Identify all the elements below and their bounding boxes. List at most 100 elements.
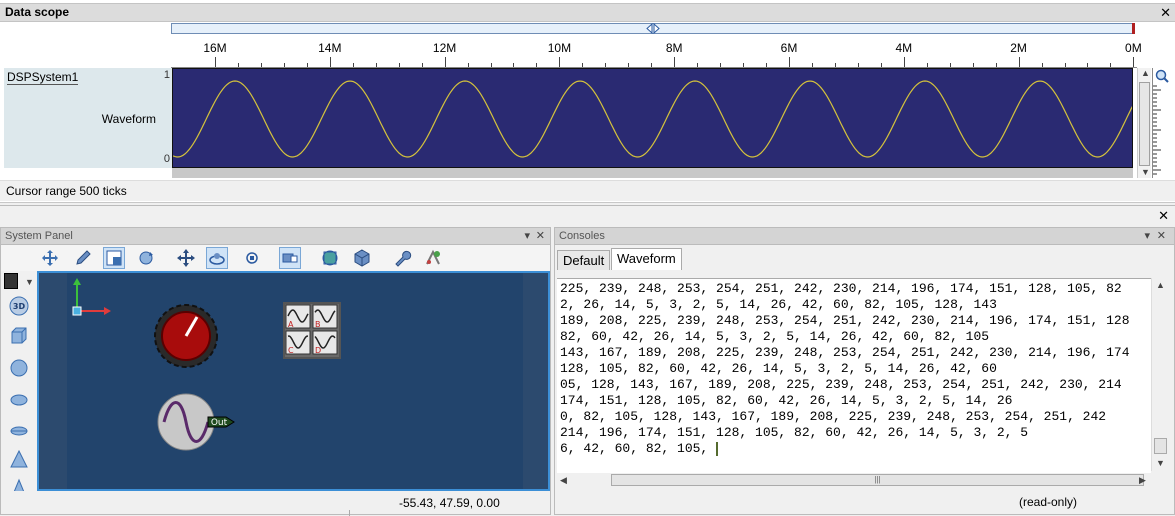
rotate-icon[interactable] [135, 247, 157, 269]
svg-text:3D: 3D [13, 302, 26, 311]
ruler-tick-label: 6M [780, 41, 798, 55]
console-scroll-thumb[interactable] [1154, 438, 1167, 454]
color-dropdown-icon[interactable]: ▼ [25, 277, 34, 287]
wrench-icon[interactable] [391, 247, 413, 269]
scroll-thumb[interactable] [1139, 82, 1150, 166]
ruler-minor-tick [536, 63, 538, 67]
console-scroll-left-icon[interactable]: ◀ [560, 475, 567, 486]
panel-close-icon[interactable]: ✕ [536, 228, 545, 244]
component-icon[interactable] [422, 247, 444, 269]
box-icon[interactable] [8, 325, 30, 347]
reset-view-icon[interactable] [241, 247, 263, 269]
frame-icon[interactable] [279, 247, 301, 269]
cursor-range-status: Cursor range 500 ticks [0, 180, 1175, 201]
ruler-tick [559, 57, 561, 67]
overview-thumb-icon[interactable] [646, 23, 660, 34]
console-vertical-scrollbar[interactable]: ▲ ▼ [1151, 278, 1168, 471]
color-swatch-icon[interactable] [4, 273, 18, 289]
console-line: 143, 167, 189, 208, 225, 239, 248, 253, … [560, 345, 1130, 360]
consoles-titlebar: Consoles ▾ ✕ [555, 228, 1174, 245]
cube-view-icon[interactable] [351, 247, 373, 269]
waveform-trace [173, 80, 1132, 158]
ruler-tick-label: 12M [432, 41, 457, 55]
pencil-icon[interactable] [72, 247, 94, 269]
scope-cell-label: B [315, 320, 321, 329]
3d-icon[interactable]: 3D [8, 295, 30, 317]
move-icon[interactable] [39, 247, 61, 269]
scroll-up-icon[interactable]: ▲ [1141, 68, 1150, 78]
ruler-minor-tick [467, 63, 469, 67]
disc-icon[interactable] [8, 419, 30, 441]
scope-component[interactable]: A B C D [283, 302, 341, 359]
console-line: 0, 82, 105, 128, 143, 167, 189, 208, 225… [560, 409, 1107, 424]
axis-gizmo-icon [72, 278, 111, 316]
tab-default[interactable]: Default [557, 250, 611, 270]
console-horizontal-scrollbar[interactable]: ◀ ||| ▶ [557, 473, 1151, 488]
data-scope-close-icon[interactable]: ✕ [1160, 4, 1171, 21]
overview-end-marker [1132, 23, 1135, 34]
select-icon[interactable] [103, 247, 125, 269]
timeline-overview-slider[interactable] [171, 23, 1135, 34]
ruler-minor-tick [605, 63, 607, 67]
scroll-down-icon[interactable]: ▼ [1141, 167, 1150, 177]
ruler-tick [789, 57, 790, 67]
tab-waveform[interactable]: Waveform [611, 248, 682, 270]
sphere-icon[interactable] [8, 357, 30, 379]
console-scroll-up-icon[interactable]: ▲ [1156, 280, 1165, 290]
ruler-minor-tick [1064, 63, 1066, 67]
panel-pin-icon[interactable]: ▾ [524, 228, 530, 244]
ruler-tick [1133, 57, 1135, 67]
console-line: 174, 151, 128, 105, 82, 60, 42, 26, 14, … [560, 393, 1013, 408]
plot-horizontal-scroll[interactable] [172, 168, 1133, 178]
ruler-tick [329, 57, 331, 67]
ruler-tick [674, 57, 676, 67]
bottom-dock-close-icon[interactable]: ✕ [1158, 206, 1169, 226]
consoles-close-icon[interactable]: ✕ [1157, 228, 1166, 244]
ruler-minor-tick [306, 63, 308, 67]
ruler-minor-tick [628, 63, 630, 67]
shape-palette: ▼ 3D [1, 271, 37, 491]
ruler-minor-tick [743, 63, 745, 67]
ellipsoid-icon[interactable] [8, 388, 30, 410]
ruler-tick [444, 57, 446, 67]
generator-icon[interactable]: Out [156, 391, 238, 453]
console-hscroll-thumb[interactable]: ||| [611, 474, 1144, 486]
console-tabs: Default Waveform [555, 246, 1174, 270]
ruler-tick-label: 2M [1010, 41, 1027, 55]
console-line: 82, 60, 42, 26, 14, 5, 3, 2, 5, 14, 26, … [560, 329, 990, 344]
ruler-minor-tick [237, 63, 239, 67]
pan-icon[interactable] [175, 247, 197, 269]
time-ruler[interactable]: 16M 14M 12M 10M 8M 6M 4M 2M 0M [171, 36, 1142, 68]
scope-cell-label: C [288, 346, 294, 355]
plot-vertical-scrollbar[interactable]: ▲ ▼ [1137, 68, 1151, 178]
data-scope-panel: Data scope ✕ 16M 14M 12M 10M 8M 6M 4M 2M 0M DSPS… [0, 0, 1175, 203]
track-name[interactable]: DSPSystem1 [7, 70, 79, 85]
ruler-minor-tick [421, 63, 423, 67]
console-output[interactable]: 225, 239, 248, 253, 254, 251, 242, 230, … [557, 278, 1151, 474]
track-header[interactable]: DSPSystem1 Waveform 1 0 [4, 68, 172, 168]
ruler-minor-tick [995, 63, 997, 67]
ruler-minor-tick [834, 63, 836, 67]
system-canvas[interactable]: A B C D Out [37, 271, 550, 491]
consoles-pin-icon[interactable]: ▾ [1144, 228, 1150, 244]
console-line: 225, 239, 248, 253, 254, 251, 242, 230, … [560, 281, 1122, 296]
system-panel-title: System Panel [5, 230, 73, 242]
ruler-minor-tick [972, 63, 974, 67]
consoles-title: Consoles [559, 230, 605, 242]
orbit-icon[interactable] [206, 247, 228, 269]
ruler-minor-tick [352, 63, 354, 67]
pyramid-icon[interactable] [8, 477, 30, 491]
text-cursor [716, 441, 719, 456]
console-readonly-status: (read-only) [1019, 495, 1078, 509]
knob-icon[interactable] [153, 303, 219, 369]
sphere-view-icon[interactable] [319, 247, 341, 269]
ruler-minor-tick [651, 63, 653, 67]
zoom-ruler[interactable] [1152, 68, 1169, 178]
console-scroll-right-icon[interactable]: ▶ [1139, 475, 1146, 486]
waveform-plot[interactable] [172, 68, 1133, 168]
ruler-tick-label: 16M [203, 41, 227, 55]
ruler-tick [903, 57, 905, 67]
signal-name: Waveform [101, 112, 156, 126]
console-scroll-down-icon[interactable]: ▼ [1156, 458, 1165, 468]
cone-icon[interactable] [8, 449, 30, 471]
